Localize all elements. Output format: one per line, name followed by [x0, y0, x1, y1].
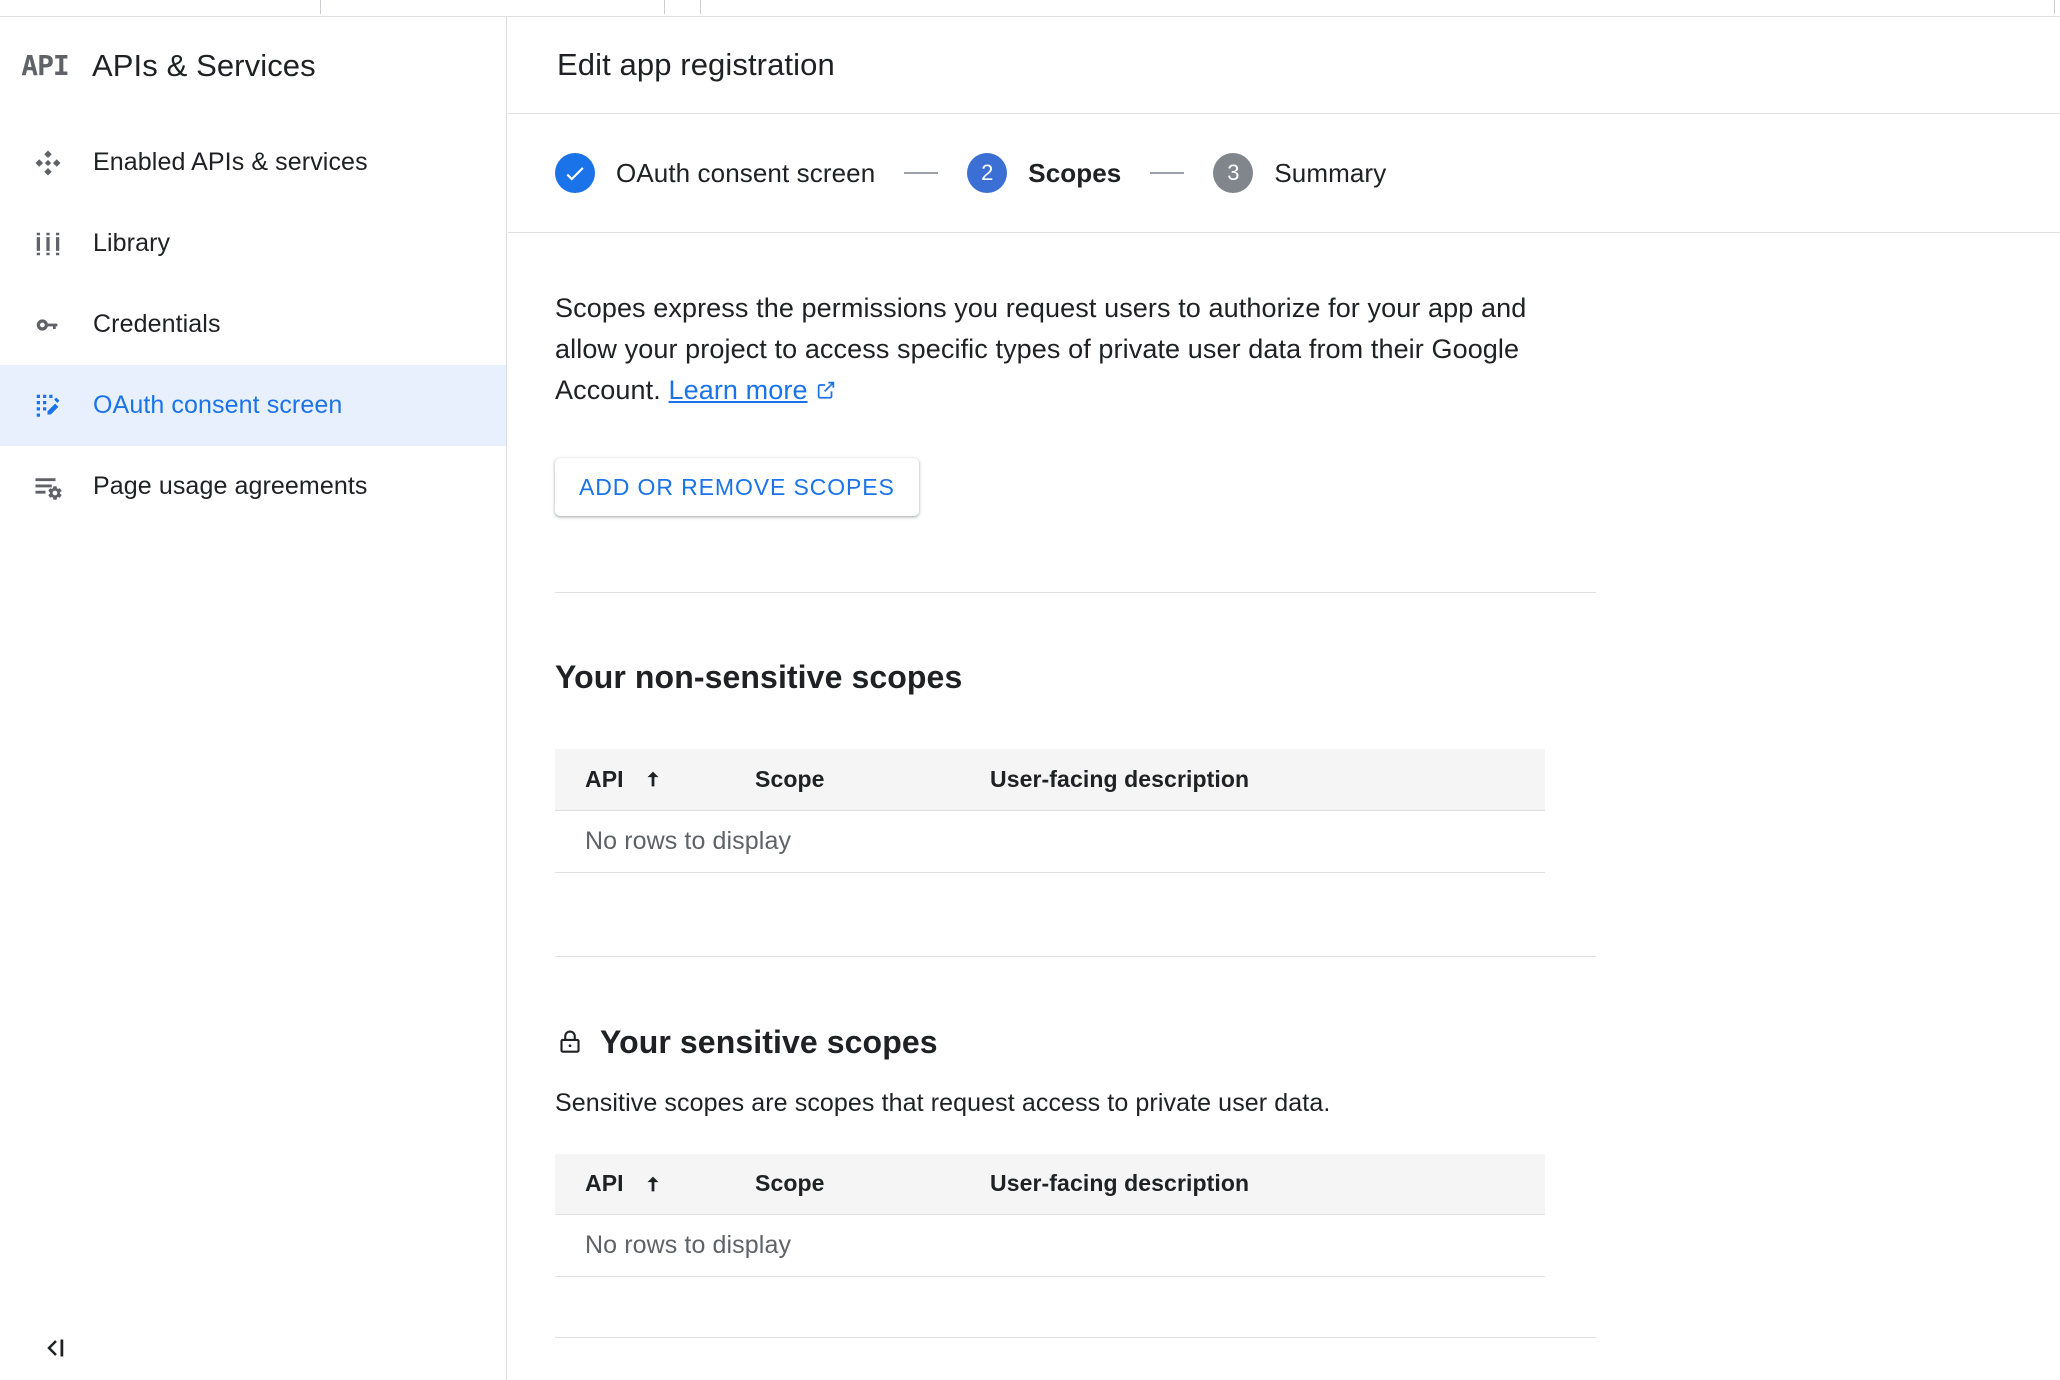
- sidebar-item-label: Enabled APIs & services: [93, 148, 368, 176]
- section-divider: [555, 955, 1596, 957]
- page-header: Edit app registration: [508, 17, 2060, 114]
- product-brand[interactable]: API APIs & Services: [0, 17, 506, 114]
- sidebar-item-credentials[interactable]: Credentials: [0, 284, 506, 365]
- external-link-icon: [815, 372, 837, 413]
- sensitive-scopes-heading: Your sensitive scopes: [555, 1024, 2060, 1061]
- page-title: Edit app registration: [557, 47, 835, 82]
- sidebar-item-library[interactable]: Library: [0, 203, 506, 284]
- browser-chrome-strip: [0, 0, 2060, 16]
- sidebar-nav: Enabled APIs & services Library Credenti…: [0, 114, 506, 527]
- sidebar-item-enabled-apis[interactable]: Enabled APIs & services: [0, 122, 506, 203]
- step-number-badge: 2: [967, 153, 1008, 193]
- table-header: API Scope User-facing description: [555, 1153, 1545, 1215]
- column-header-label: API: [585, 765, 624, 792]
- library-icon: [28, 229, 68, 259]
- step-label: OAuth consent screen: [616, 157, 876, 188]
- oauth-consent-icon: [28, 391, 68, 421]
- column-header-user-facing-description[interactable]: User-facing description: [990, 749, 1545, 811]
- column-header-user-facing-description[interactable]: User-facing description: [990, 1153, 1545, 1215]
- step-connector: [904, 172, 939, 174]
- collapse-panel-icon[interactable]: [34, 1326, 78, 1370]
- sidebar-item-label: Credentials: [93, 310, 221, 338]
- section-divider: [555, 592, 1596, 593]
- main-content: Edit app registration OAuth consent scre…: [508, 17, 2060, 1380]
- column-header-label: API: [585, 1170, 624, 1197]
- sensitive-scopes-description: Sensitive scopes are scopes that request…: [555, 1088, 1331, 1117]
- table-empty-row: No rows to display: [555, 810, 1545, 873]
- sidebar-item-label: Page usage agreements: [93, 472, 368, 500]
- sort-ascending-icon: [642, 768, 664, 790]
- lock-icon: [555, 1027, 585, 1057]
- non-sensitive-heading-label: Your non-sensitive scopes: [555, 659, 963, 695]
- sidebar-item-oauth-consent-screen[interactable]: OAuth consent screen: [0, 365, 506, 446]
- add-or-remove-scopes-button[interactable]: ADD OR REMOVE SCOPES: [555, 458, 919, 516]
- table-header-row: API Scope User-facing description: [555, 1153, 1545, 1215]
- table-header: API Scope User-facing description: [555, 749, 1545, 811]
- step-connector: [1150, 172, 1185, 174]
- column-header-scope[interactable]: Scope: [755, 749, 990, 811]
- wizard-stepper: OAuth consent screen 2 Scopes 3 Summary: [508, 114, 2060, 233]
- step-oauth-consent-screen[interactable]: OAuth consent screen: [555, 153, 875, 193]
- column-header-api[interactable]: API: [555, 749, 755, 811]
- sidebar-item-label: Library: [93, 229, 171, 257]
- api-logo-icon: API: [21, 49, 70, 82]
- step-label: Scopes: [1028, 157, 1122, 188]
- non-sensitive-scopes-table: API Scope User-facing description No row…: [555, 749, 1545, 873]
- sidebar-item-label: OAuth consent screen: [93, 391, 343, 419]
- step-number-badge: 3: [1213, 153, 1254, 193]
- key-icon: [28, 310, 68, 340]
- console-app: API APIs & Services Enabled APIs & servi…: [0, 16, 2060, 1380]
- step-label: Summary: [1274, 157, 1387, 188]
- column-header-api[interactable]: API: [555, 1153, 755, 1215]
- list-settings-icon: [28, 472, 68, 502]
- product-title: APIs & Services: [92, 47, 316, 83]
- scopes-description: Scopes express the permissions you reque…: [555, 288, 1545, 413]
- section-divider: [555, 1337, 1596, 1338]
- sort-ascending-icon: [642, 1173, 664, 1195]
- table-body: No rows to display: [555, 810, 1545, 873]
- check-icon: [555, 153, 595, 193]
- empty-message: No rows to display: [555, 1214, 1545, 1277]
- non-sensitive-scopes-heading: Your non-sensitive scopes: [555, 659, 2060, 696]
- sidebar-item-page-usage-agreements[interactable]: Page usage agreements: [0, 446, 506, 527]
- table-header-row: API Scope User-facing description: [555, 749, 1545, 811]
- step-scopes[interactable]: 2 Scopes: [967, 153, 1121, 193]
- sidebar: API APIs & Services Enabled APIs & servi…: [0, 17, 507, 1380]
- learn-more-label: Learn more: [668, 375, 808, 405]
- sensitive-scopes-table: API Scope User-facing description No row…: [555, 1153, 1545, 1277]
- sensitive-heading-label: Your sensitive scopes: [600, 1023, 938, 1060]
- table-body: No rows to display: [555, 1214, 1545, 1277]
- browser-tab-sliver-active[interactable]: [700, 0, 2055, 14]
- step-summary[interactable]: 3 Summary: [1213, 153, 1386, 193]
- browser-tab-sliver[interactable]: [320, 0, 665, 14]
- learn-more-link[interactable]: Learn more: [668, 375, 836, 405]
- scopes-panel: Scopes express the permissions you reque…: [508, 288, 2060, 1338]
- empty-message: No rows to display: [555, 810, 1545, 873]
- dashboard-diamond-icon: [28, 148, 68, 178]
- table-empty-row: No rows to display: [555, 1214, 1545, 1277]
- column-header-scope[interactable]: Scope: [755, 1153, 990, 1215]
